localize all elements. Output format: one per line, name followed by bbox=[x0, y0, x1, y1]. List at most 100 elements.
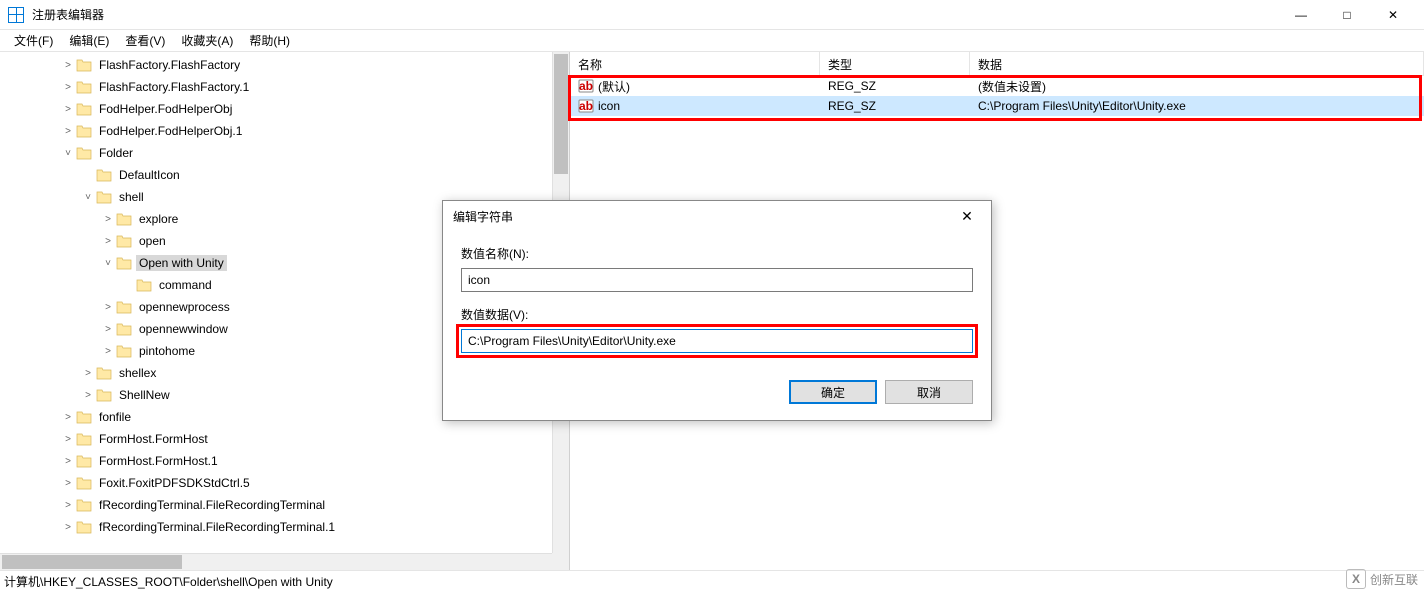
dialog-close-button[interactable]: ✕ bbox=[953, 208, 981, 225]
svg-text:ab: ab bbox=[579, 99, 593, 113]
tree-item[interactable]: > FormHost.FormHost bbox=[0, 428, 569, 450]
column-header-data[interactable]: 数据 bbox=[970, 52, 1424, 75]
edit-string-dialog: 编辑字符串 ✕ 数值名称(N): 数值数据(V): 确定 取消 bbox=[442, 200, 992, 421]
dialog-title-bar[interactable]: 编辑字符串 ✕ bbox=[443, 201, 991, 231]
value-name-input[interactable] bbox=[461, 268, 973, 292]
tree-item[interactable]: >fRecordingTerminal.FileRecordingTermina… bbox=[0, 516, 569, 538]
menu-file[interactable]: 文件(F) bbox=[8, 30, 59, 51]
close-button[interactable]: ✕ bbox=[1370, 0, 1416, 30]
values-list: ab(默认)REG_SZ(数值未设置)abiconREG_SZC:\Progra… bbox=[570, 76, 1424, 116]
tree-item-label: FodHelper.FodHelperObj bbox=[96, 101, 235, 117]
tree-item[interactable]: > FlashFactory.FlashFactory.1 bbox=[0, 76, 569, 98]
menu-edit[interactable]: 编辑(E) bbox=[63, 30, 115, 51]
status-path: 计算机\HKEY_CLASSES_ROOT\Folder\shell\Open … bbox=[4, 573, 333, 590]
tree-item[interactable]: > FlashFactory.FlashFactory bbox=[0, 54, 569, 76]
minimize-button[interactable]: ― bbox=[1278, 0, 1324, 30]
collapse-icon[interactable]: ˅ bbox=[100, 258, 116, 269]
scrollbar-thumb[interactable] bbox=[2, 555, 182, 569]
value-name-text: (默认) bbox=[598, 78, 630, 95]
folder-icon bbox=[116, 212, 132, 226]
column-header-type[interactable]: 类型 bbox=[820, 52, 970, 75]
tree-item-label: Folder bbox=[96, 145, 136, 161]
tree-item-label: FlashFactory.FlashFactory.1 bbox=[96, 79, 252, 95]
menu-help[interactable]: 帮助(H) bbox=[243, 30, 296, 51]
title-bar: 注册表编辑器 ― □ ✕ bbox=[0, 0, 1424, 30]
value-name-cell: abicon bbox=[570, 98, 820, 114]
collapse-icon[interactable]: ˅ bbox=[80, 192, 96, 203]
svg-text:ab: ab bbox=[579, 79, 593, 93]
folder-icon bbox=[76, 102, 92, 116]
menu-view[interactable]: 查看(V) bbox=[119, 30, 171, 51]
tree-item[interactable]: > Foxit.FoxitPDFSDKStdCtrl.5 bbox=[0, 472, 569, 494]
tree-item[interactable]: >FodHelper.FodHelperObj.1 bbox=[0, 120, 569, 142]
window-controls: ― □ ✕ bbox=[1278, 0, 1416, 30]
expand-icon[interactable]: > bbox=[60, 478, 76, 489]
values-header: 名称 类型 数据 bbox=[570, 52, 1424, 76]
dialog-title-text: 编辑字符串 bbox=[453, 208, 513, 225]
tree-item-label: command bbox=[156, 277, 215, 293]
folder-icon bbox=[116, 256, 132, 270]
expand-icon[interactable]: > bbox=[100, 324, 116, 335]
tree-item-label: Foxit.FoxitPDFSDKStdCtrl.5 bbox=[96, 475, 253, 491]
expand-icon[interactable]: > bbox=[100, 302, 116, 313]
expand-icon[interactable]: > bbox=[60, 82, 76, 93]
tree-item[interactable]: ˅ Folder bbox=[0, 142, 569, 164]
expand-icon[interactable]: > bbox=[60, 412, 76, 423]
collapse-icon[interactable]: ˅ bbox=[60, 148, 76, 159]
tree-item-label: FormHost.FormHost bbox=[96, 431, 211, 447]
value-data-cell: (数值未设置) bbox=[970, 78, 1424, 95]
folder-icon bbox=[76, 58, 92, 72]
watermark: X 创新互联 bbox=[1346, 569, 1418, 589]
expand-icon[interactable]: > bbox=[100, 346, 116, 357]
tree-item[interactable]: > FodHelper.FodHelperObj bbox=[0, 98, 569, 120]
expand-icon[interactable]: > bbox=[100, 214, 116, 225]
menu-favorites[interactable]: 收藏夹(A) bbox=[175, 30, 239, 51]
expand-icon[interactable]: > bbox=[80, 390, 96, 401]
cancel-button[interactable]: 取消 bbox=[885, 380, 973, 404]
tree-horizontal-scrollbar[interactable] bbox=[0, 553, 552, 570]
value-row[interactable]: ab(默认)REG_SZ(数值未设置) bbox=[570, 76, 1424, 96]
maximize-button[interactable]: □ bbox=[1324, 0, 1370, 30]
status-bar: 计算机\HKEY_CLASSES_ROOT\Folder\shell\Open … bbox=[0, 570, 1424, 592]
expand-icon[interactable]: > bbox=[60, 434, 76, 445]
folder-icon bbox=[116, 300, 132, 314]
folder-icon bbox=[76, 520, 92, 534]
folder-icon bbox=[136, 278, 152, 292]
expand-icon[interactable]: > bbox=[60, 456, 76, 467]
folder-icon bbox=[76, 146, 92, 160]
value-data-input[interactable] bbox=[461, 329, 973, 353]
tree-item[interactable]: > FormHost.FormHost.1 bbox=[0, 450, 569, 472]
tree-item-label: shell bbox=[116, 189, 147, 205]
window-title: 注册表编辑器 bbox=[32, 6, 104, 23]
folder-icon bbox=[76, 454, 92, 468]
folder-icon bbox=[116, 322, 132, 336]
tree-item-label: DefaultIcon bbox=[116, 167, 183, 183]
tree-item-label: FormHost.FormHost.1 bbox=[96, 453, 221, 469]
value-row[interactable]: abiconREG_SZC:\Program Files\Unity\Edito… bbox=[570, 96, 1424, 116]
tree-item-label: opennewprocess bbox=[136, 299, 233, 315]
scrollbar-thumb[interactable] bbox=[554, 54, 568, 174]
expand-icon[interactable]: > bbox=[100, 236, 116, 247]
expand-icon[interactable]: > bbox=[80, 368, 96, 379]
tree-item-label: FlashFactory.FlashFactory bbox=[96, 57, 243, 73]
tree-item-label: fRecordingTerminal.FileRecordingTerminal bbox=[96, 497, 328, 513]
tree-item[interactable]: > fRecordingTerminal.FileRecordingTermina… bbox=[0, 494, 569, 516]
folder-icon bbox=[76, 432, 92, 446]
folder-icon bbox=[76, 124, 92, 138]
expand-icon[interactable]: > bbox=[60, 126, 76, 137]
column-header-name[interactable]: 名称 bbox=[570, 52, 820, 75]
expand-icon[interactable]: > bbox=[60, 60, 76, 71]
ok-button[interactable]: 确定 bbox=[789, 380, 877, 404]
tree-item[interactable]: DefaultIcon bbox=[0, 164, 569, 186]
expand-icon[interactable]: > bbox=[60, 522, 76, 533]
tree-item-label: shellex bbox=[116, 365, 159, 381]
tree-item-label: pintohome bbox=[136, 343, 198, 359]
tree-item-label: explore bbox=[136, 211, 181, 227]
expand-icon[interactable]: > bbox=[60, 500, 76, 511]
folder-icon bbox=[116, 234, 132, 248]
string-value-icon: ab bbox=[578, 98, 594, 114]
folder-icon bbox=[76, 476, 92, 490]
expand-icon[interactable]: > bbox=[60, 104, 76, 115]
folder-icon bbox=[76, 80, 92, 94]
dialog-body: 数值名称(N): 数值数据(V): bbox=[443, 231, 991, 372]
